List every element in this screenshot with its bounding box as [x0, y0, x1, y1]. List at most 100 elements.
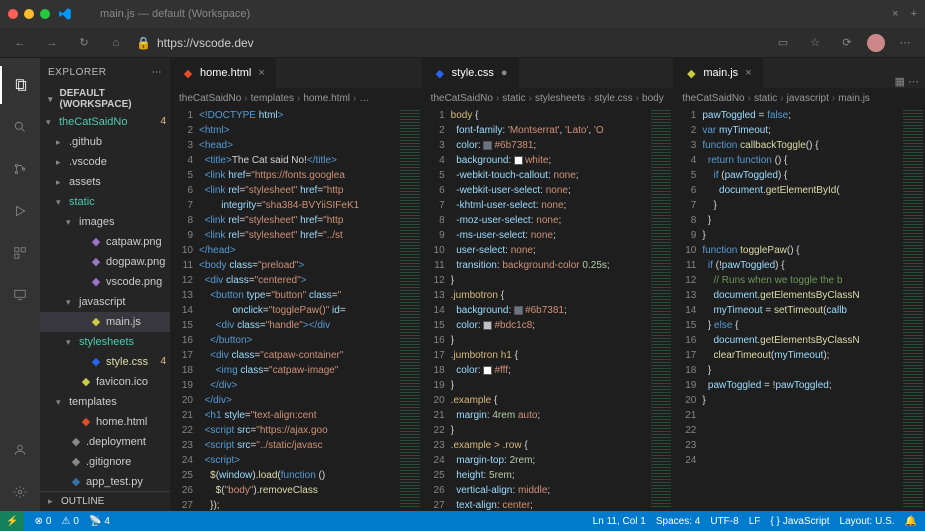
- folder-theCatSaidNo[interactable]: ▾theCatSaidNo4: [40, 112, 170, 132]
- file-style.css[interactable]: ◆style.css4: [40, 352, 170, 372]
- file-app_test.py[interactable]: ◆app_test.py: [40, 472, 170, 491]
- item-label: assets: [69, 173, 101, 191]
- breadcrumbs[interactable]: theCatSaidNo › static › javascript › mai…: [674, 88, 925, 108]
- indentation[interactable]: Spaces: 4: [656, 516, 700, 527]
- warnings-item[interactable]: ⚠ 0: [61, 516, 79, 527]
- item-label: stylesheets: [79, 333, 134, 351]
- run-debug-icon[interactable]: [0, 192, 40, 230]
- file-dogpaw.png[interactable]: ◆dogpaw.png: [40, 252, 170, 272]
- refresh-button[interactable]: ↻: [72, 31, 96, 55]
- close-tab-icon[interactable]: ×: [258, 67, 264, 79]
- minimap[interactable]: [398, 108, 422, 511]
- sidebar-header: EXPLORER ⋯: [40, 58, 170, 86]
- ports-item[interactable]: 📡 4: [89, 516, 110, 527]
- remote-explorer-icon[interactable]: [0, 276, 40, 314]
- forward-button[interactable]: →: [40, 31, 64, 55]
- folder-assets[interactable]: ▸assets: [40, 172, 170, 192]
- close-window-icon[interactable]: [8, 9, 18, 19]
- breadcrumb-segment[interactable]: javascript: [787, 93, 829, 104]
- folder-static[interactable]: ▾static: [40, 192, 170, 212]
- code-editor[interactable]: 1234567891011121314151617181920212223242…: [171, 108, 422, 511]
- folder-stylesheets[interactable]: ▾stylesheets: [40, 332, 170, 352]
- account-icon[interactable]: [0, 431, 40, 469]
- more-icon[interactable]: ⋯: [893, 31, 917, 55]
- workspace-label: DEFAULT (WORKSPACE): [60, 88, 162, 110]
- tab-main.js[interactable]: ◆main.js×: [674, 58, 762, 88]
- new-tab-icon[interactable]: +: [911, 8, 917, 20]
- search-icon[interactable]: [0, 108, 40, 146]
- editor-actions[interactable]: ▦ ⋯: [889, 75, 925, 88]
- minimize-window-icon[interactable]: [24, 9, 34, 19]
- breadcrumb-segment[interactable]: theCatSaidNo: [431, 93, 493, 104]
- cursor-position[interactable]: Ln 11, Col 1: [593, 516, 646, 527]
- breadcrumb-segment[interactable]: theCatSaidNo: [179, 93, 241, 104]
- source-control-icon[interactable]: [0, 150, 40, 188]
- breadcrumb-segment[interactable]: home.html: [303, 93, 350, 104]
- favorite-icon[interactable]: ☆: [803, 31, 827, 55]
- item-label: templates: [69, 393, 117, 411]
- workspace-section[interactable]: ▾DEFAULT (WORKSPACE): [40, 86, 170, 112]
- keyboard-layout[interactable]: Layout: U.S.: [840, 516, 895, 527]
- file-home.html[interactable]: ◆home.html: [40, 412, 170, 432]
- more-actions-icon[interactable]: ⋯: [152, 67, 163, 78]
- breadcrumb-segment[interactable]: templates: [251, 93, 294, 104]
- code-editor[interactable]: 123456789101112131415161718192021222324p…: [674, 108, 925, 511]
- maximize-window-icon[interactable]: [40, 9, 50, 19]
- breadcrumb-segment[interactable]: static: [502, 93, 525, 104]
- read-aloud-icon[interactable]: ▭: [771, 31, 795, 55]
- line-gutter: 1234567891011121314151617181920212223242…: [171, 108, 199, 511]
- explorer-icon[interactable]: [0, 66, 40, 104]
- code-content[interactable]: <!DOCTYPE html><html><head> <title>The C…: [199, 108, 398, 511]
- breadcrumb-segment[interactable]: stylesheets: [535, 93, 585, 104]
- file-catpaw.png[interactable]: ◆catpaw.png: [40, 232, 170, 252]
- breadcrumb-segment[interactable]: …: [359, 93, 369, 104]
- breadcrumbs[interactable]: theCatSaidNo › templates › home.html › …: [171, 88, 422, 108]
- back-button[interactable]: ←: [8, 31, 32, 55]
- home-button[interactable]: ⌂: [104, 31, 128, 55]
- file-.deployment[interactable]: ◆.deployment: [40, 432, 170, 452]
- modified-indicator-icon[interactable]: ●: [501, 67, 508, 79]
- code-content[interactable]: body { font-family: 'Montserrat', 'Lato'…: [451, 108, 650, 511]
- file-vscode.png[interactable]: ◆vscode.png: [40, 272, 170, 292]
- sync-icon[interactable]: ⟳: [835, 31, 859, 55]
- close-tab-icon[interactable]: ×: [745, 67, 751, 79]
- item-label: vscode.png: [106, 273, 162, 291]
- settings-gear-icon[interactable]: [0, 473, 40, 511]
- tab-close-icon[interactable]: ×: [892, 8, 898, 20]
- folder-.github[interactable]: ▸.github: [40, 132, 170, 152]
- folder-images[interactable]: ▾images: [40, 212, 170, 232]
- activity-bar: [0, 58, 40, 511]
- item-label: main.js: [106, 313, 141, 331]
- code-content[interactable]: pawToggled = false;var myTimeout;functio…: [702, 108, 901, 511]
- minimap[interactable]: [901, 108, 925, 511]
- tab-style.css[interactable]: ◆style.css●: [423, 58, 519, 88]
- minimap[interactable]: [649, 108, 673, 511]
- file-.gitignore[interactable]: ◆.gitignore: [40, 452, 170, 472]
- folder-templates[interactable]: ▾templates: [40, 392, 170, 412]
- item-label: theCatSaidNo: [59, 113, 128, 131]
- breadcrumb-segment[interactable]: body: [642, 93, 664, 104]
- remote-indicator[interactable]: ⚡: [0, 511, 24, 531]
- breadcrumbs[interactable]: theCatSaidNo › static › stylesheets › st…: [423, 88, 674, 108]
- language-mode[interactable]: { } JavaScript: [770, 516, 829, 527]
- notifications-icon[interactable]: 🔔: [905, 516, 917, 527]
- code-editor[interactable]: 1234567891011121314151617181920212223242…: [423, 108, 674, 511]
- profile-avatar[interactable]: [867, 34, 885, 52]
- item-label: javascript: [79, 293, 125, 311]
- extensions-icon[interactable]: [0, 234, 40, 272]
- folder-javascript[interactable]: ▾javascript: [40, 292, 170, 312]
- errors-item[interactable]: ⊗ 0: [34, 516, 51, 527]
- breadcrumb-segment[interactable]: theCatSaidNo: [682, 93, 744, 104]
- outline-section[interactable]: ▸OUTLINE: [40, 491, 170, 511]
- chevron-icon: ▾: [66, 333, 76, 351]
- tab-home.html[interactable]: ◆home.html×: [171, 58, 276, 88]
- breadcrumb-segment[interactable]: static: [754, 93, 777, 104]
- breadcrumb-segment[interactable]: style.css: [594, 93, 632, 104]
- encoding[interactable]: UTF-8: [710, 516, 738, 527]
- file-main.js[interactable]: ◆main.js: [40, 312, 170, 332]
- eol[interactable]: LF: [749, 516, 761, 527]
- folder-.vscode[interactable]: ▸.vscode: [40, 152, 170, 172]
- breadcrumb-segment[interactable]: main.js: [838, 93, 870, 104]
- address-bar[interactable]: 🔒 https://vscode.dev: [136, 36, 763, 50]
- file-favicon.ico[interactable]: ◆favicon.ico: [40, 372, 170, 392]
